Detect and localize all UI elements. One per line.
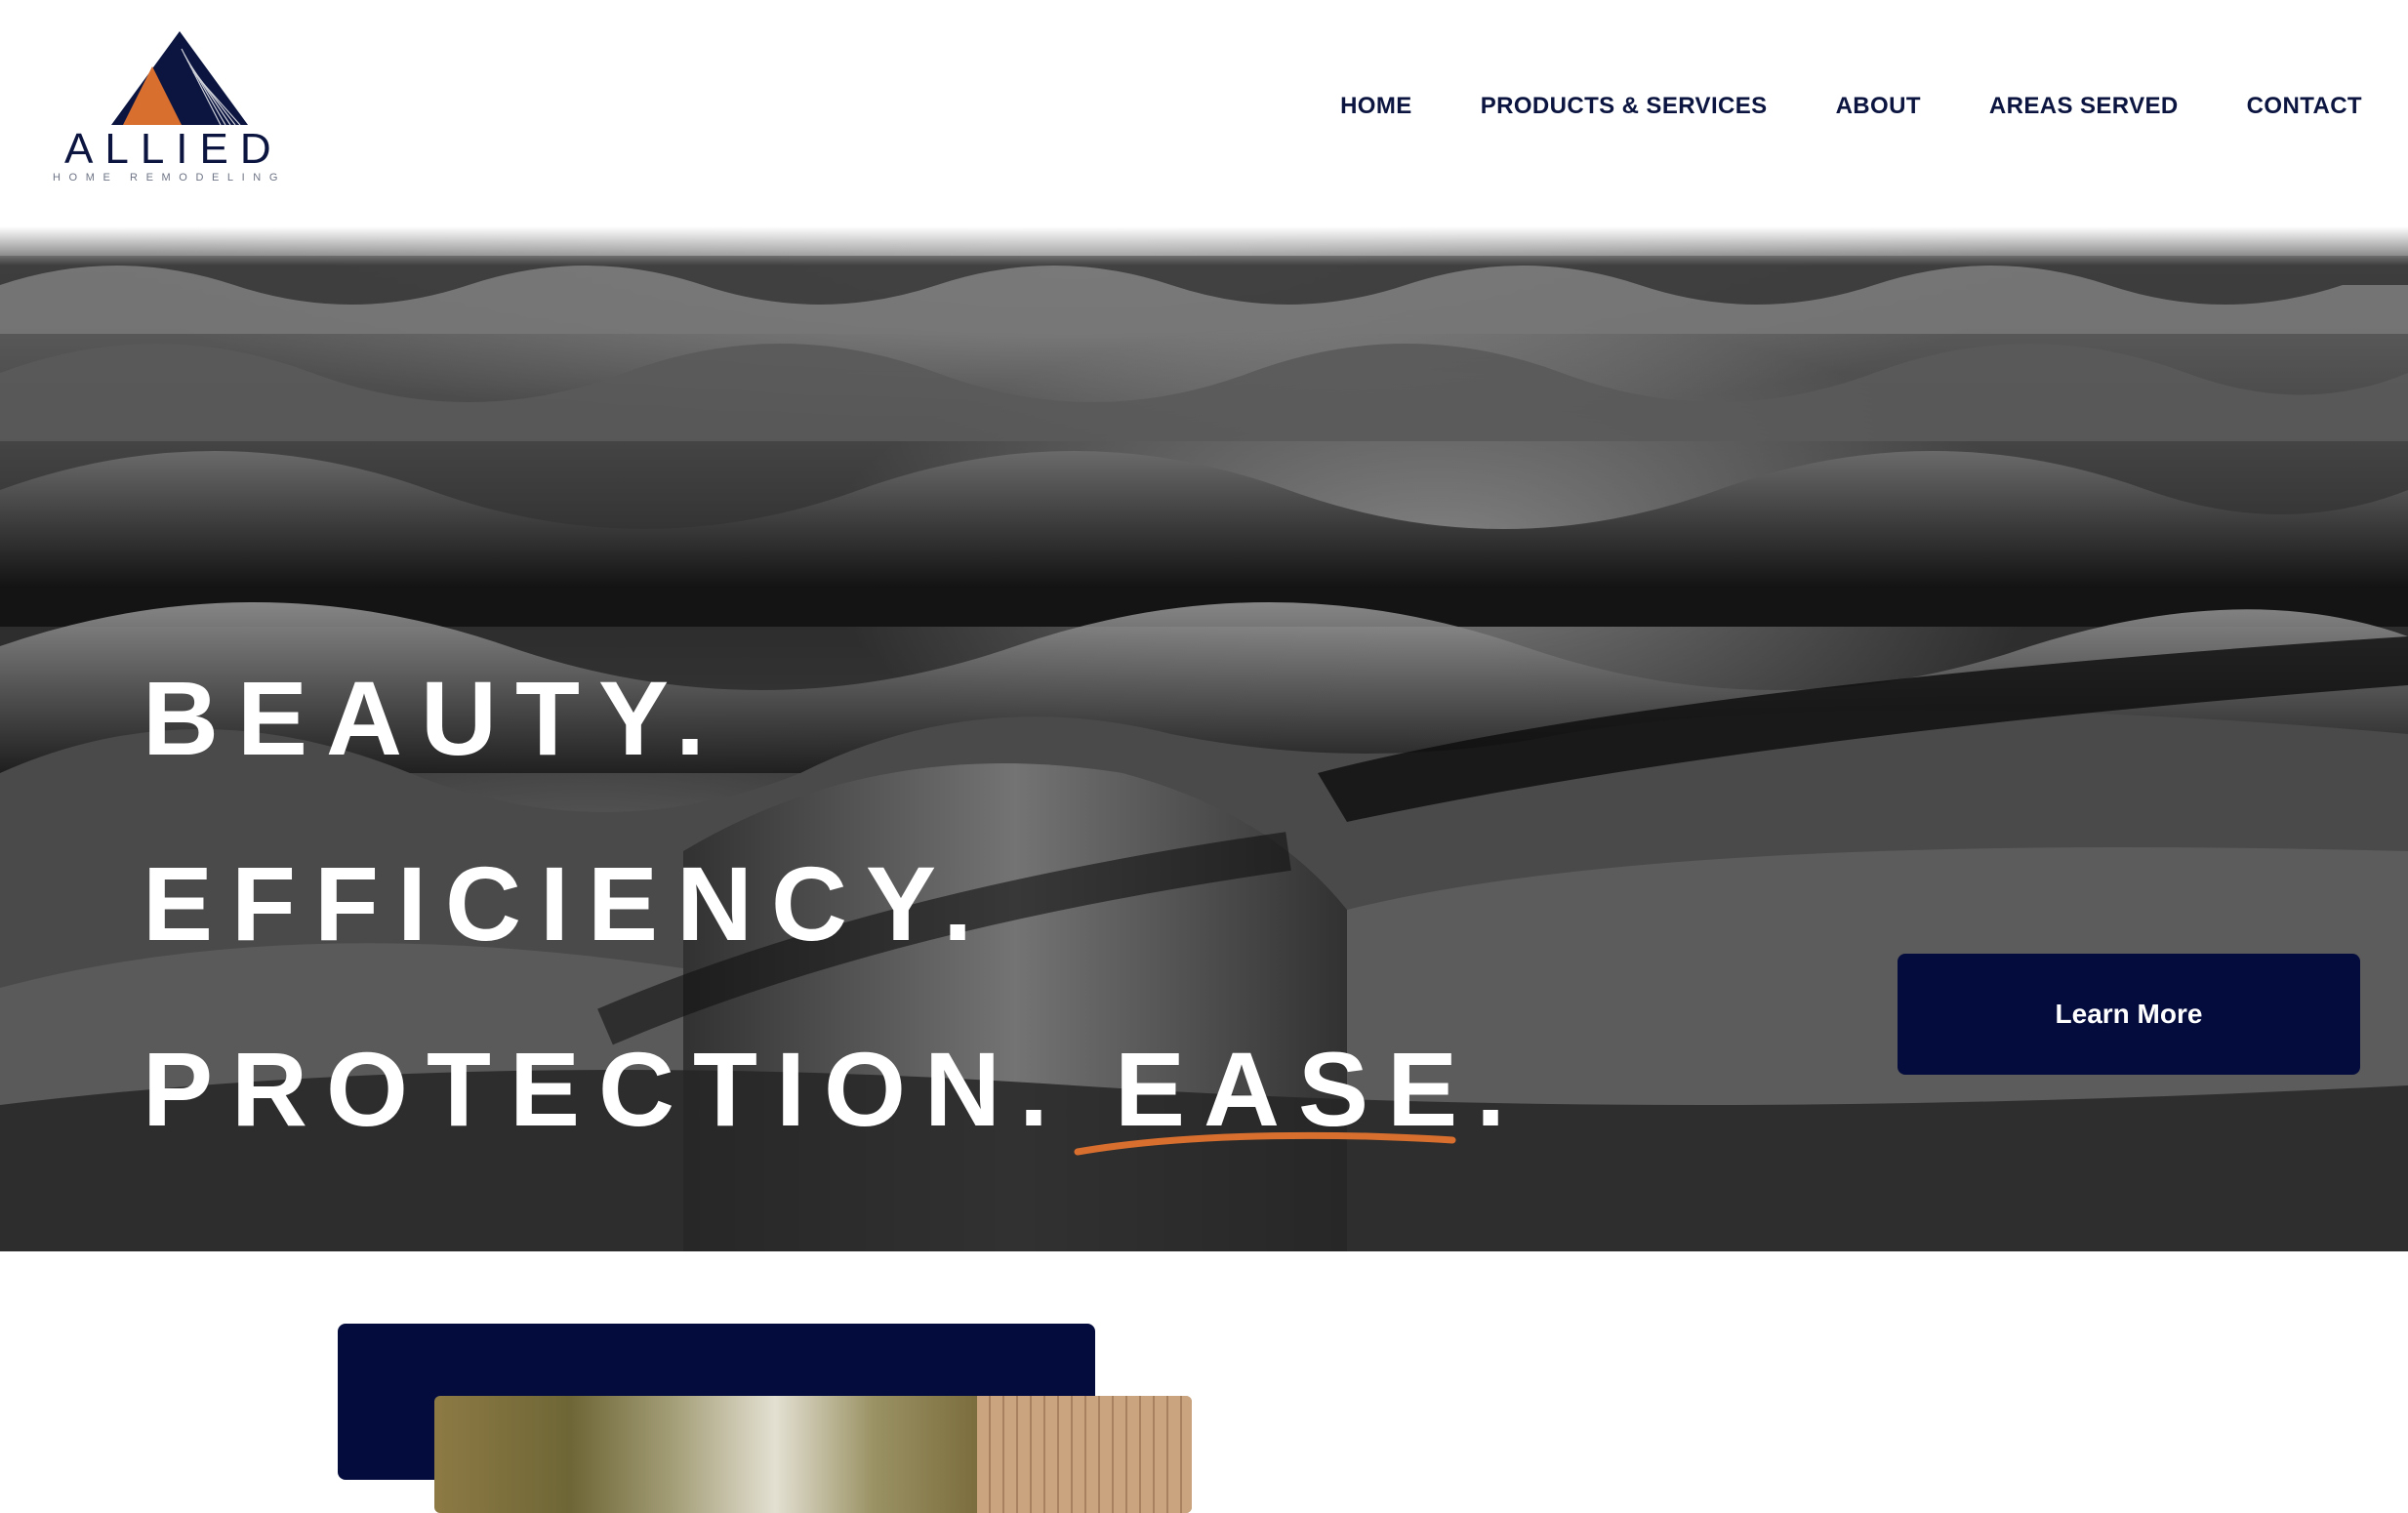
nav-item-about[interactable]: ABOUT [1836,93,1921,120]
site-header: ALLIED HOME REMODELING HOME PRODUCTS & S… [0,0,2408,226]
wood-siding-photo-detail [977,1396,1192,1513]
allied-logo[interactable]: ALLIED HOME REMODELING [51,27,305,188]
feature-photo [434,1396,1192,1513]
learn-more-button[interactable]: Learn More [1898,954,2360,1075]
hero-section: BEAUTY. EFFICIENCY. PROTECTION. EASE. Le… [0,226,2408,1251]
nav-item-products-services[interactable]: PRODUCTS & SERVICES [1481,93,1768,120]
headline-beauty: BEAUTY. [143,659,724,777]
brand-name: ALLIED [64,125,283,173]
main-nav: HOME PRODUCTS & SERVICES ABOUT AREAS SER… [1340,93,2362,120]
hero-top-fade [0,226,2408,266]
headline-efficiency: EFFICIENCY. [143,844,992,962]
nav-item-home[interactable]: HOME [1340,93,1412,120]
ease-underline-swoosh [1074,1131,1456,1156]
nav-item-areas-served[interactable]: AREAS SERVED [1989,93,2179,120]
nav-item-contact[interactable]: CONTACT [2247,93,2362,120]
brand-tagline: HOME REMODELING [53,172,287,184]
triangle-logo-icon [111,31,248,125]
